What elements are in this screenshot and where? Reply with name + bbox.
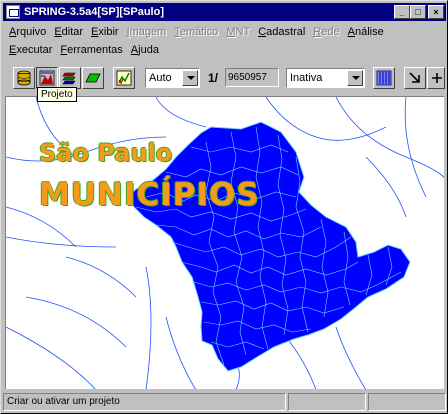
menu-item-rede[interactable]: Rede bbox=[313, 26, 339, 38]
menu-row-2: Executar Ferramentas Ajuda bbox=[3, 41, 446, 59]
menu-item-ferramentas[interactable]: Ferramentas bbox=[60, 44, 122, 56]
menu-row-1: Arquivo Editar Exibir Imagem Temático MNT Cada… bbox=[3, 23, 446, 41]
project-button[interactable] bbox=[36, 67, 58, 89]
status-cell-2 bbox=[288, 393, 366, 411]
minimize-button[interactable]: _ bbox=[394, 5, 410, 19]
chevron-down-icon[interactable] bbox=[347, 70, 363, 86]
database-button[interactable] bbox=[13, 67, 35, 89]
maximize-button[interactable]: □ bbox=[410, 5, 426, 19]
category-icon bbox=[85, 73, 101, 83]
app-icon[interactable] bbox=[6, 5, 20, 19]
layers-button[interactable] bbox=[59, 67, 81, 89]
map-canvas[interactable]: São Paulo MUNICÍPIOS bbox=[5, 96, 444, 389]
arrow-down-right-icon bbox=[409, 72, 420, 83]
title-bar[interactable]: SPRING-3.5a4[SP][SPaulo] _ □ × bbox=[3, 3, 446, 21]
grid-button[interactable] bbox=[373, 67, 395, 89]
menu-item-imagem[interactable]: Imagem bbox=[127, 26, 167, 38]
draw-icon bbox=[116, 70, 132, 86]
zoom-select-value: Auto bbox=[149, 72, 172, 84]
close-button[interactable]: × bbox=[428, 5, 444, 19]
menu-item-editar[interactable]: Editar bbox=[54, 26, 83, 38]
zoom-select[interactable]: Auto bbox=[145, 68, 200, 88]
category-button[interactable] bbox=[82, 67, 104, 89]
menu-item-tematico[interactable]: Temático bbox=[174, 26, 218, 38]
menu-item-cadastral[interactable]: Cadastral bbox=[258, 26, 305, 38]
menu-bar: Arquivo Editar Exibir Imagem Temático MNT Cada… bbox=[3, 23, 446, 59]
map-title-line2: MUNICÍPIOS bbox=[39, 177, 260, 213]
chevron-down-icon[interactable] bbox=[182, 70, 198, 86]
database-icon bbox=[17, 70, 31, 86]
app-window: SPRING-3.5a4[SP][SPaulo] _ □ × Arquivo Ed… bbox=[0, 0, 448, 414]
scale-field: 9650957 bbox=[225, 68, 279, 87]
status-cell-3 bbox=[368, 393, 446, 411]
menu-item-exibir[interactable]: Exibir bbox=[91, 26, 119, 38]
move-button[interactable] bbox=[404, 67, 426, 89]
draw-button[interactable] bbox=[113, 67, 135, 89]
grid-icon bbox=[376, 70, 392, 86]
menu-item-arquivo[interactable]: Arquivo bbox=[9, 26, 46, 38]
project-icon bbox=[39, 70, 55, 86]
menu-item-mnt[interactable]: MNT bbox=[226, 26, 250, 38]
window-title: SPRING-3.5a4[SP][SPaulo] bbox=[24, 6, 164, 18]
map-title-line1: São Paulo bbox=[39, 139, 173, 167]
status-message: Criar ou ativar um projeto bbox=[3, 393, 286, 411]
add-button[interactable] bbox=[427, 67, 445, 89]
layers-icon bbox=[62, 72, 76, 85]
scale-label: 1/ bbox=[208, 71, 219, 85]
plus-icon bbox=[432, 73, 442, 83]
status-bar: Criar ou ativar um projeto bbox=[3, 392, 446, 412]
menu-item-ajuda[interactable]: Ajuda bbox=[131, 44, 159, 56]
status-select[interactable]: Inativa bbox=[286, 68, 365, 88]
status-select-value: Inativa bbox=[290, 72, 323, 84]
menu-item-analise[interactable]: Análise bbox=[348, 26, 384, 38]
tooltip: Projeto bbox=[37, 87, 77, 102]
menu-item-executar[interactable]: Executar bbox=[9, 44, 52, 56]
